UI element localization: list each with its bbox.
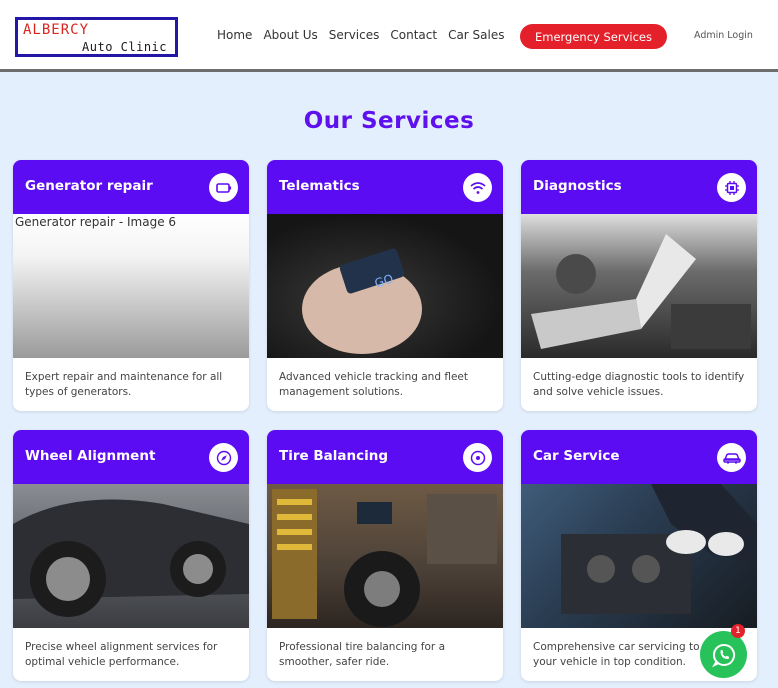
card-title: Tire Balancing [279,448,389,464]
whatsapp-chat-button[interactable] [700,631,747,678]
card-title: Telematics [279,178,360,194]
admin-login-link[interactable]: Admin Login [694,30,753,41]
card-image: GO [267,214,503,358]
car-icon [717,443,746,472]
notification-badge: 1 [731,624,745,638]
emergency-services-button[interactable]: Emergency Services [520,24,667,49]
card-description: Expert repair and maintenance for all ty… [25,371,223,398]
service-card-tire-balancing[interactable]: Tire Balancing Professional tire balanci… [267,430,503,681]
card-header: Generator repair [13,160,249,214]
card-title: Wheel Alignment [25,448,156,464]
card-image: Generator repair - Image 6 [13,214,249,358]
whatsapp-icon [711,643,735,667]
logo-line2: Auto Clinic [82,40,167,54]
card-description: Cutting-edge diagnostic tools to identif… [533,371,745,398]
nav-home[interactable]: Home [217,28,252,42]
site-logo[interactable]: ALBERCY Auto Clinic [15,17,178,57]
battery-icon [209,173,238,202]
section-title: Our Services [303,108,475,134]
card-header: Wheel Alignment [13,430,249,484]
compass-icon [209,443,238,472]
card-header: Telematics [267,160,503,214]
card-header: Tire Balancing [267,430,503,484]
nav-contact[interactable]: Contact [390,28,437,42]
service-card-diagnostics[interactable]: Diagnostics Cutting-edge diagnostic tool… [521,160,757,411]
card-description: Precise wheel alignment services for opt… [25,641,218,668]
logo-line1: ALBERCY [23,22,90,38]
card-title: Generator repair [25,178,153,194]
card-description: Professional tire balancing for a smooth… [279,641,446,668]
service-card-generator[interactable]: Generator repair Generator repair - Imag… [13,160,249,411]
card-title: Car Service [533,448,620,464]
circle-target-icon [463,443,492,472]
chip-icon [717,173,746,202]
main-nav: Home About Us Services Contact Car Sales [217,28,515,42]
card-header: Diagnostics [521,160,757,214]
service-card-telematics[interactable]: Telematics GO Advanced vehicle tracking … [267,160,503,411]
wifi-icon [463,173,492,202]
service-card-wheel-alignment[interactable]: Wheel Alignment Precise wheel alignment … [13,430,249,681]
card-image [521,214,757,358]
card-title: Diagnostics [533,178,622,194]
card-image [267,484,503,628]
nav-about[interactable]: About Us [263,28,317,42]
card-description: Advanced vehicle tracking and fleet mana… [279,371,468,398]
broken-image-alt: Generator repair - Image 6 [15,215,177,229]
card-image [521,484,757,628]
nav-car-sales[interactable]: Car Sales [448,28,504,42]
nav-services[interactable]: Services [329,28,380,42]
card-header: Car Service [521,430,757,484]
top-navbar: ALBERCY Auto Clinic Home About Us Servic… [0,0,778,72]
card-image [13,484,249,628]
